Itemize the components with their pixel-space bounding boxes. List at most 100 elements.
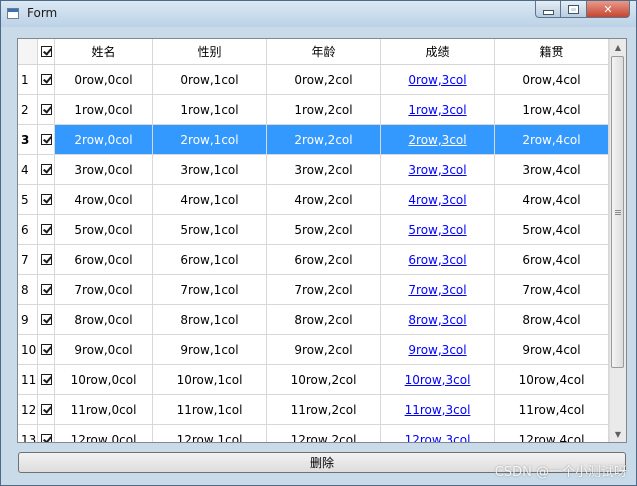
row-number[interactable]: 6 [18, 215, 38, 244]
row-checkbox-cell[interactable] [38, 425, 55, 442]
column-header[interactable]: 年龄 [267, 39, 381, 64]
checkbox-icon[interactable] [40, 194, 52, 205]
row-checkbox-cell[interactable] [38, 95, 55, 124]
table-cell[interactable]: 2row,3col [381, 125, 495, 154]
table-cell[interactable]: 11row,1col [153, 395, 267, 424]
row-checkbox-cell[interactable] [38, 305, 55, 334]
row-checkbox-cell[interactable] [38, 65, 55, 94]
table-cell[interactable]: 7row,4col [495, 275, 609, 304]
table-cell[interactable]: 0row,2col [267, 65, 381, 94]
table-cell[interactable]: 6row,3col [381, 245, 495, 274]
score-link[interactable]: 1row,3col [408, 103, 466, 117]
score-link[interactable]: 9row,3col [408, 343, 466, 357]
row-number[interactable]: 7 [18, 245, 38, 274]
table-cell[interactable]: 7row,3col [381, 275, 495, 304]
table-cell[interactable]: 12row,2col [267, 425, 381, 442]
table-cell[interactable]: 3row,0col [55, 155, 153, 184]
row-checkbox-cell[interactable] [38, 215, 55, 244]
table-row[interactable]: 12 11row,0col 11row,1col 11row,2col 11row,3c… [18, 395, 609, 425]
table-cell[interactable]: 12row,4col [495, 425, 609, 442]
table-cell[interactable]: 12row,0col [55, 425, 153, 442]
table-cell[interactable]: 1row,1col [153, 95, 267, 124]
table-cell[interactable]: 2row,1col [153, 125, 267, 154]
table-cell[interactable]: 6row,1col [153, 245, 267, 274]
checkbox-icon[interactable] [40, 344, 52, 355]
score-link[interactable]: 4row,3col [408, 193, 466, 207]
table-row[interactable]: 3 2row,0col 2row,1col 2row,2col 2row,3col 2ro… [18, 125, 609, 155]
table-cell[interactable]: 12row,3col [381, 425, 495, 442]
table-cell[interactable]: 8row,4col [495, 305, 609, 334]
column-header[interactable]: 籍贯 [495, 39, 609, 64]
table-cell[interactable]: 11row,3col [381, 395, 495, 424]
row-checkbox-cell[interactable] [38, 365, 55, 394]
row-number[interactable]: 3 [18, 125, 38, 154]
score-link[interactable]: 7row,3col [408, 283, 466, 297]
checkbox-icon[interactable] [40, 254, 52, 265]
row-number[interactable]: 5 [18, 185, 38, 214]
row-checkbox-cell[interactable] [38, 395, 55, 424]
table-cell[interactable]: 0row,0col [55, 65, 153, 94]
table-cell[interactable]: 10row,3col [381, 365, 495, 394]
table-cell[interactable]: 11row,4col [495, 395, 609, 424]
title-bar[interactable]: Form ✕ [1, 1, 636, 27]
table-cell[interactable]: 5row,3col [381, 215, 495, 244]
table-row[interactable]: 13 12row,0col 12row,1col 12row,2col 12row,3c… [18, 425, 609, 442]
table-cell[interactable]: 0row,3col [381, 65, 495, 94]
checkbox-icon[interactable] [40, 404, 52, 415]
checkbox-icon[interactable] [40, 434, 52, 442]
row-number[interactable]: 9 [18, 305, 38, 334]
table-cell[interactable]: 4row,4col [495, 185, 609, 214]
table-cell[interactable]: 5row,0col [55, 215, 153, 244]
table-cell[interactable]: 4row,3col [381, 185, 495, 214]
table-cell[interactable]: 9row,0col [55, 335, 153, 364]
row-number[interactable]: 12 [18, 395, 38, 424]
scroll-up-icon[interactable]: ▲ [610, 39, 626, 55]
table-cell[interactable]: 7row,0col [55, 275, 153, 304]
table-cell[interactable]: 3row,1col [153, 155, 267, 184]
checkbox-icon[interactable] [40, 46, 52, 57]
table-cell[interactable]: 10row,1col [153, 365, 267, 394]
table-cell[interactable]: 4row,0col [55, 185, 153, 214]
table-cell[interactable]: 10row,4col [495, 365, 609, 394]
row-checkbox-cell[interactable] [38, 125, 55, 154]
score-link[interactable]: 8row,3col [408, 313, 466, 327]
row-number[interactable]: 8 [18, 275, 38, 304]
table-cell[interactable]: 11row,0col [55, 395, 153, 424]
table-row[interactable]: 1 0row,0col 0row,1col 0row,2col 0row,3col 0ro… [18, 65, 609, 95]
checkbox-icon[interactable] [40, 104, 52, 115]
table-cell[interactable]: 9row,3col [381, 335, 495, 364]
row-checkbox-cell[interactable] [38, 275, 55, 304]
scroll-down-icon[interactable]: ▼ [610, 426, 626, 442]
table-cell[interactable]: 5row,1col [153, 215, 267, 244]
vertical-scrollbar[interactable]: ▲ ▼ [609, 39, 626, 442]
table-cell[interactable]: 8row,2col [267, 305, 381, 334]
table-cell[interactable]: 8row,0col [55, 305, 153, 334]
maximize-button[interactable] [561, 1, 587, 18]
table-cell[interactable]: 1row,3col [381, 95, 495, 124]
table-cell[interactable]: 9row,2col [267, 335, 381, 364]
table-cell[interactable]: 6row,2col [267, 245, 381, 274]
row-number[interactable]: 1 [18, 65, 38, 94]
table-row[interactable]: 5 4row,0col 4row,1col 4row,2col 4row,3col 4ro… [18, 185, 609, 215]
table-cell[interactable]: 5row,4col [495, 215, 609, 244]
table-cell[interactable]: 3row,3col [381, 155, 495, 184]
table-cell[interactable]: 8row,1col [153, 305, 267, 334]
table-cell[interactable]: 4row,2col [267, 185, 381, 214]
row-number[interactable]: 4 [18, 155, 38, 184]
score-link[interactable]: 10row,3col [405, 373, 471, 387]
minimize-button[interactable] [535, 1, 561, 18]
table-cell[interactable]: 2row,2col [267, 125, 381, 154]
score-link[interactable]: 6row,3col [408, 253, 466, 267]
score-link[interactable]: 5row,3col [408, 223, 466, 237]
table-cell[interactable]: 7row,2col [267, 275, 381, 304]
table-cell[interactable]: 5row,2col [267, 215, 381, 244]
table-row[interactable]: 2 1row,0col 1row,1col 1row,2col 1row,3col 1ro… [18, 95, 609, 125]
table-cell[interactable]: 10row,0col [55, 365, 153, 394]
table-cell[interactable]: 0row,4col [495, 65, 609, 94]
table-cell[interactable]: 4row,1col [153, 185, 267, 214]
table-row[interactable]: 9 8row,0col 8row,1col 8row,2col 8row,3col 8ro… [18, 305, 609, 335]
row-number[interactable]: 2 [18, 95, 38, 124]
score-link[interactable]: 11row,3col [405, 403, 471, 417]
score-link[interactable]: 2row,3col [408, 133, 466, 147]
header-checkbox-cell[interactable] [38, 39, 55, 64]
